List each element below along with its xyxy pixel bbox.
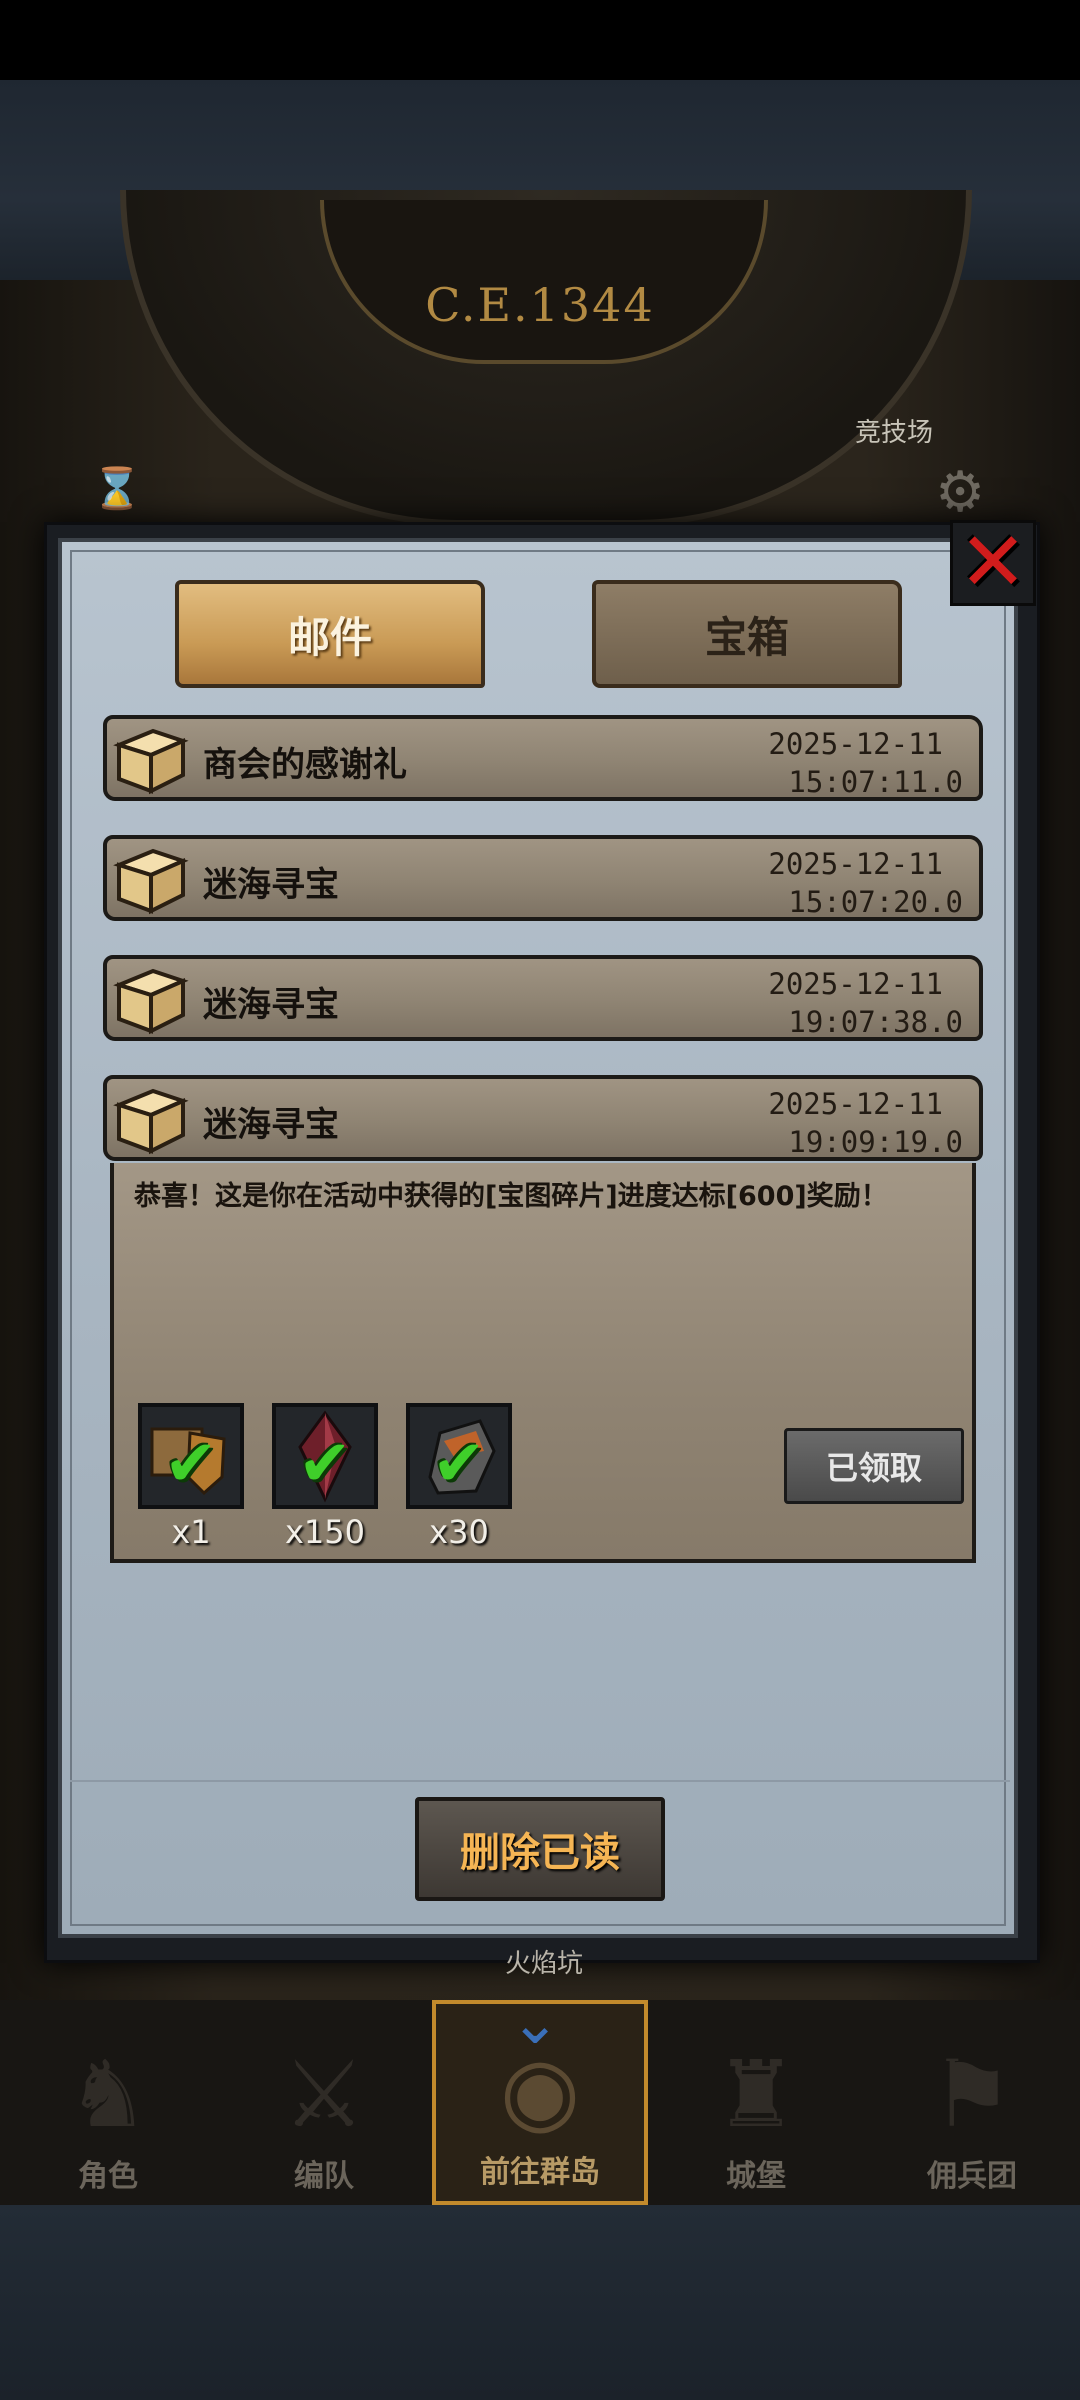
- reward-quantity: x1: [171, 1513, 211, 1551]
- claimed-button[interactable]: 已领取: [784, 1428, 964, 1504]
- mail-date: 2025-12-11: [768, 1087, 943, 1121]
- reward-quantity: x30: [429, 1513, 489, 1551]
- mail-row[interactable]: 迷海寻宝 2025-12-11 15:07:20.0: [103, 835, 983, 921]
- mail-timestamp: 2025-12-11 15:07:11.0: [768, 725, 963, 801]
- mail-row[interactable]: 商会的感谢礼 2025-12-11 15:07:11.0: [103, 715, 983, 801]
- delete-read-button[interactable]: 删除已读: [415, 1797, 665, 1901]
- mail-box-icon: [113, 728, 189, 795]
- chevron-down-icon: ⌄: [510, 1988, 561, 2058]
- mail-time: 19:09:19.0: [788, 1125, 963, 1159]
- nav-item-castle[interactable]: ♜ 城堡: [648, 2000, 864, 2205]
- mail-time: 15:07:11.0: [788, 765, 963, 799]
- claimed-check-icon: ✔: [164, 1427, 218, 1501]
- tab-mail[interactable]: 邮件: [175, 580, 485, 688]
- mail-date: 2025-12-11: [768, 967, 943, 1001]
- mail-row-expanded[interactable]: 迷海寻宝 2025-12-11 19:09:19.0: [103, 1075, 983, 1161]
- ore-stone-icon: ✔: [406, 1403, 512, 1509]
- reward-item[interactable]: ✔ x150: [272, 1403, 378, 1551]
- nav-label: 编队: [294, 2159, 354, 2194]
- mail-timestamp: 2025-12-11 19:09:19.0: [768, 1085, 963, 1161]
- mail-box-icon: [113, 968, 189, 1035]
- red-crystal-icon: ✔: [272, 1403, 378, 1509]
- tab-chest[interactable]: 宝箱: [592, 580, 902, 688]
- chest-shield-icon: ✔: [138, 1403, 244, 1509]
- nav-label: 前往群岛: [480, 2155, 600, 2190]
- mail-row[interactable]: 迷海寻宝 2025-12-11 19:07:38.0: [103, 955, 983, 1041]
- mail-title: 商会的感谢礼: [203, 745, 407, 785]
- mail-time: 19:07:38.0: [788, 1005, 963, 1039]
- mail-date: 2025-12-11: [768, 727, 943, 761]
- mail-title: 迷海寻宝: [203, 1105, 339, 1145]
- mail-date: 2025-12-11: [768, 847, 943, 881]
- nav-item-character[interactable]: ♞ 角色: [0, 2000, 216, 2205]
- formation-icon: ⚔: [282, 2041, 366, 2148]
- reward-item[interactable]: ✔ x1: [138, 1403, 244, 1551]
- nav-label: 角色: [78, 2159, 138, 2194]
- divider: [70, 1780, 1010, 1782]
- mail-message: 恭喜！这是你在活动中获得的[宝图碎片]进度达标[600]奖励！: [134, 1181, 888, 1212]
- mail-box-icon: [113, 1088, 189, 1155]
- nav-item-mercenary[interactable]: ⚑ 佣兵团: [864, 2000, 1080, 2205]
- mail-title: 迷海寻宝: [203, 985, 339, 1025]
- mercenary-icon: ⚑: [930, 2041, 1014, 2148]
- knight-icon: ♞: [66, 2041, 150, 2148]
- bottom-band: [0, 2205, 1080, 2400]
- close-button[interactable]: ✕: [950, 520, 1036, 606]
- nav-item-formation[interactable]: ⚔ 编队: [216, 2000, 432, 2205]
- close-icon: ✕: [958, 515, 1028, 610]
- mail-title: 迷海寻宝: [203, 865, 339, 905]
- mail-box-icon: [113, 848, 189, 915]
- status-bar: [0, 0, 1080, 80]
- era-label: C.E.1344: [425, 278, 655, 332]
- reward-quantity: x150: [284, 1513, 365, 1551]
- claimed-check-icon: ✔: [298, 1427, 352, 1501]
- mail-timestamp: 2025-12-11 15:07:20.0: [768, 845, 963, 921]
- hourglass-icon: ⌛: [92, 466, 142, 512]
- mail-timestamp: 2025-12-11 19:07:38.0: [768, 965, 963, 1041]
- claimed-check-icon: ✔: [432, 1427, 486, 1501]
- castle-icon: ♜: [714, 2041, 798, 2148]
- nav-label: 城堡: [726, 2159, 786, 2194]
- nav-label: 佣兵团: [927, 2159, 1017, 2194]
- mail-content-panel: 恭喜！这是你在活动中获得的[宝图碎片]进度达标[600]奖励！ ✔ x1 ✔ x…: [110, 1163, 976, 1563]
- background-label: 火焰坑: [505, 1949, 584, 1979]
- arena-label[interactable]: 竞技场: [855, 412, 933, 449]
- mail-time: 15:07:20.0: [788, 885, 963, 919]
- reward-item[interactable]: ✔ x30: [406, 1403, 512, 1551]
